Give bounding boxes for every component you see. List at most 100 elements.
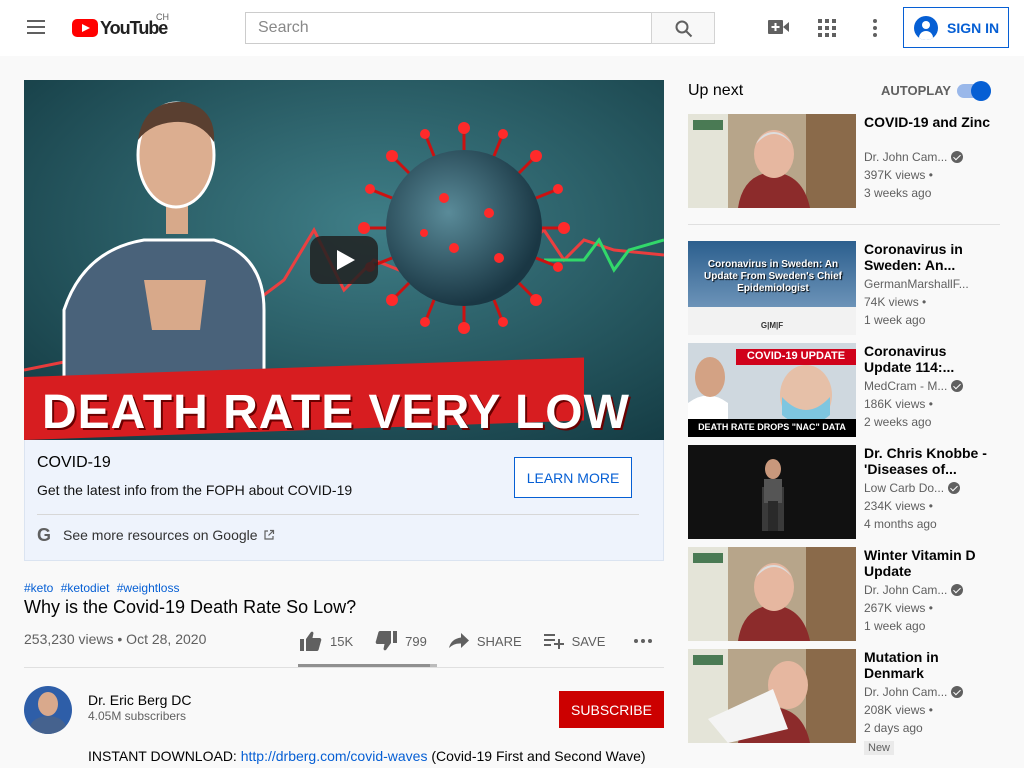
- sign-in-button[interactable]: SIGN IN: [903, 7, 1009, 48]
- recommended-channel-name: GermanMarshallF...: [864, 277, 969, 291]
- info-panel-divider: [37, 514, 639, 515]
- masthead: YouTube CH Search SIGN IN: [0, 0, 1024, 56]
- recommended-views: 267K views •: [864, 601, 933, 615]
- recommended-date: 1 week ago: [864, 619, 926, 633]
- verified-icon: [951, 380, 964, 392]
- subscribe-button[interactable]: SUBSCRIBE: [559, 691, 664, 728]
- recommended-channel: Dr. John Cam...: [864, 583, 964, 597]
- video-thumbnail: [688, 114, 856, 208]
- search-button[interactable]: [651, 12, 715, 44]
- like-button[interactable]: 15K: [300, 631, 353, 651]
- like-count: 15K: [330, 633, 354, 649]
- video-actions: 15K 799 SHARE SAVE: [300, 626, 653, 656]
- menu-icon[interactable]: [24, 16, 48, 40]
- video-thumbnail: [688, 649, 856, 743]
- recommended-video-title: Mutation in Denmark: [864, 649, 939, 681]
- recommended-date: 1 week ago: [864, 313, 926, 327]
- learn-more-button[interactable]: LEARN MORE: [514, 457, 632, 498]
- video-thumbnail: [688, 547, 856, 641]
- google-resources-label: See more resources on Google: [63, 527, 258, 543]
- recommended-channel: Dr. John Cam...: [864, 685, 964, 699]
- thumbs-down-icon: [375, 631, 398, 651]
- thumbnail-text: COVID-19 UPDATE: [746, 350, 846, 362]
- video-title: Why is the Covid-19 Death Rate So Low?: [24, 597, 357, 617]
- recommended-video[interactable]: COVID-19 and Zinc Dr. John Cam... 397K v…: [688, 114, 1000, 208]
- recommended-video-title: Coronavirus Update 114:...: [864, 343, 955, 375]
- recommended-video-title: COVID-19 and Zinc: [864, 114, 991, 130]
- search-input[interactable]: Search: [245, 12, 652, 44]
- recommended-views: 397K views •: [864, 168, 933, 182]
- recommended-video-title: Winter Vitamin D Update: [864, 547, 976, 579]
- external-link-icon: [263, 529, 274, 540]
- recommended-video[interactable]: Coronavirus in Sweden: An Update From Sw…: [688, 241, 1000, 335]
- channel-name[interactable]: Dr. Eric Berg DC: [88, 692, 191, 708]
- video-player[interactable]: DEATH RATE VERY LOW: [24, 80, 664, 440]
- new-badge: New: [864, 741, 895, 755]
- recommended-channel-name: Dr. John Cam...: [864, 685, 948, 699]
- toggle-knob: [971, 81, 991, 101]
- video-thumbnail: COVID-19 UPDATE DEATH RATE DROPS "NAC" D…: [688, 343, 856, 437]
- channel-avatar[interactable]: [24, 686, 72, 734]
- playlist-add-icon: [543, 634, 564, 649]
- save-button[interactable]: SAVE: [543, 633, 606, 649]
- google-icon: G: [37, 525, 52, 545]
- verified-icon: [951, 686, 964, 698]
- autoplay-label: AUTOPLAY: [881, 83, 952, 98]
- up-next-heading: Up next: [688, 82, 744, 99]
- google-resources-link[interactable]: G See more resources on Google: [37, 526, 275, 544]
- recommended-channel: Low Carb Do...: [864, 481, 961, 495]
- recommended-channel: MedCram - M...: [864, 379, 964, 393]
- description-prefix: INSTANT DOWNLOAD:: [88, 748, 241, 764]
- description-suffix: (Covid-19 First and Second Wave): [427, 748, 646, 764]
- dislike-button[interactable]: 799: [375, 631, 427, 651]
- dislike-count: 799: [405, 633, 427, 649]
- sign-in-label: SIGN IN: [947, 19, 1000, 36]
- recommended-video-title: Coronavirus in Sweden: An...: [864, 241, 963, 273]
- youtube-logo[interactable]: YouTube CH: [72, 12, 169, 40]
- more-vert-icon[interactable]: [871, 18, 879, 38]
- divider: [24, 667, 664, 668]
- youtube-play-icon: [72, 19, 98, 37]
- recommended-date: 2 days ago: [864, 721, 923, 735]
- recommended-channel-name: MedCram - M...: [864, 379, 948, 393]
- verified-icon: [951, 584, 964, 596]
- apps-grid-icon[interactable]: [818, 19, 836, 37]
- recommended-views: 234K views •: [864, 499, 933, 513]
- thumbnail-text: Coronavirus in Sweden: An Update From Sw…: [704, 259, 842, 294]
- recommended-channel-name: Low Carb Do...: [864, 481, 945, 495]
- recommended-video[interactable]: Mutation in Denmark Dr. John Cam... 208K…: [688, 649, 1000, 761]
- verified-icon: [948, 482, 961, 494]
- thumbnail-text: DEATH RATE VERY LOW: [42, 386, 630, 439]
- recommended-video[interactable]: COVID-19 UPDATE DEATH RATE DROPS "NAC" D…: [688, 343, 1000, 437]
- recommended-date: 3 weeks ago: [864, 186, 932, 200]
- play-icon[interactable]: [310, 236, 378, 284]
- share-label: SHARE: [476, 633, 522, 649]
- recommended-date: 4 months ago: [864, 517, 937, 531]
- share-icon: [448, 633, 469, 648]
- info-panel-description: Get the latest info from the FOPH about …: [37, 482, 353, 498]
- recommended-video-title: Dr. Chris Knobbe - 'Diseases of...: [864, 445, 987, 477]
- recommended-views: 208K views •: [864, 703, 933, 717]
- share-button[interactable]: SHARE: [448, 633, 522, 649]
- recommended-video[interactable]: Winter Vitamin D Update Dr. John Cam... …: [688, 547, 1000, 641]
- video-description: INSTANT DOWNLOAD: http://drberg.com/covi…: [88, 748, 646, 764]
- recommended-channel-name: Dr. John Cam...: [864, 150, 948, 164]
- hashtag-link[interactable]: #ketodiet: [61, 581, 110, 595]
- search-icon: [675, 20, 693, 38]
- thumbnail-footer: G|M|F: [760, 321, 784, 330]
- account-icon: [914, 15, 938, 40]
- more-horiz-icon[interactable]: [633, 638, 653, 644]
- recommended-channel: GermanMarshallF...: [864, 277, 969, 291]
- description-link[interactable]: http://drberg.com/covid-waves: [241, 748, 428, 764]
- video-camera-icon[interactable]: [768, 19, 790, 35]
- hashtag-link[interactable]: #weightloss: [117, 581, 180, 595]
- autoplay-toggle[interactable]: [957, 81, 991, 101]
- hashtags: #keto #ketodiet #weightloss: [24, 581, 183, 595]
- hashtag-link[interactable]: #keto: [24, 581, 53, 595]
- divider: [688, 224, 1000, 225]
- save-label: SAVE: [571, 633, 606, 649]
- info-panel-title: COVID-19: [37, 454, 111, 471]
- recommended-video[interactable]: Dr. Chris Knobbe - 'Diseases of... Low C…: [688, 445, 1000, 539]
- video-thumbnail: Coronavirus in Sweden: An Update From Sw…: [688, 241, 856, 335]
- recommended-channel: Dr. John Cam...: [864, 150, 964, 164]
